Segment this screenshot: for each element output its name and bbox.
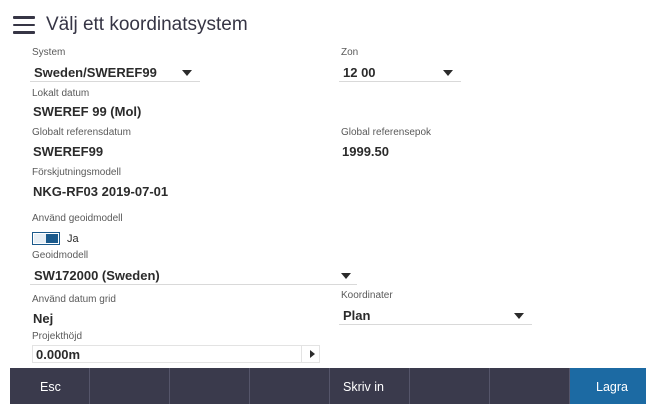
chevron-down-icon — [182, 70, 192, 76]
zon-value: 12 00 — [343, 65, 376, 80]
toggle-knob — [46, 234, 58, 243]
toggle-label: Ja — [67, 233, 79, 245]
play-arrow-icon[interactable] — [310, 350, 315, 358]
chevron-down-icon — [341, 273, 351, 279]
globalt-referensdatum-label: Globalt referensdatum — [32, 127, 131, 138]
chevron-down-icon — [443, 70, 453, 76]
footer-empty-button-2[interactable] — [170, 368, 250, 404]
system-value: Sweden/SWEREF99 — [34, 65, 157, 80]
projekthojd-field[interactable] — [32, 345, 320, 363]
skriv-in-button[interactable]: Skriv in — [330, 368, 410, 404]
toggle-track — [34, 234, 46, 243]
lagra-button[interactable]: Lagra — [570, 368, 646, 404]
lagra-button-label: Lagra — [596, 380, 628, 394]
footer-bar: Esc Skriv in Lagra — [10, 368, 646, 404]
anvand-datum-grid-value: Nej — [33, 311, 54, 326]
lokalt-datum-value: SWEREF 99 (Mol) — [33, 104, 142, 119]
footer-empty-button-1[interactable] — [90, 368, 170, 404]
anvand-datum-grid-label: Använd datum grid — [32, 294, 116, 305]
system-label: System — [32, 47, 66, 58]
system-dropdown[interactable]: Sweden/SWEREF99 — [30, 61, 200, 82]
projekthojd-label: Projekthöjd — [32, 331, 83, 342]
globalt-referensdatum-value: SWEREF99 — [33, 144, 104, 159]
anvand-geoidmodell-label: Använd geoidmodell — [32, 213, 123, 224]
koordinater-dropdown[interactable]: Plan — [339, 304, 532, 325]
global-referensepok-value: 1999.50 — [342, 144, 389, 159]
esc-button[interactable]: Esc — [10, 368, 90, 404]
forskjutningsmodell-label: Förskjutningsmodell — [32, 167, 121, 178]
forskjutningsmodell-value: NKG-RF03 2019-07-01 — [33, 184, 169, 199]
esc-button-label: Esc — [40, 380, 61, 394]
footer-empty-button-6[interactable] — [490, 368, 570, 404]
page-title: Välj ett koordinatsystem — [46, 14, 248, 35]
zon-label: Zon — [341, 47, 359, 58]
skriv-in-button-label: Skriv in — [343, 380, 384, 394]
footer-empty-button-5[interactable] — [410, 368, 490, 404]
input-divider — [301, 346, 302, 362]
geoidmodell-toggle[interactable] — [32, 232, 60, 245]
geoidmodell-value: SW172000 (Sweden) — [34, 268, 160, 283]
koordinater-label: Koordinater — [341, 290, 393, 301]
zon-dropdown[interactable]: 12 00 — [339, 61, 461, 82]
geoidmodell-dropdown[interactable]: SW172000 (Sweden) — [30, 264, 357, 285]
global-referensepok-label: Global referensepok — [341, 127, 432, 138]
geoidmodell-label: Geoidmodell — [32, 250, 89, 261]
koordinater-value: Plan — [343, 308, 371, 323]
hamburger-menu-icon[interactable] — [13, 16, 35, 34]
footer-empty-button-3[interactable] — [250, 368, 330, 404]
projekthojd-input[interactable] — [36, 347, 296, 361]
chevron-down-icon — [514, 313, 524, 319]
lokalt-datum-label: Lokalt datum — [32, 88, 90, 99]
